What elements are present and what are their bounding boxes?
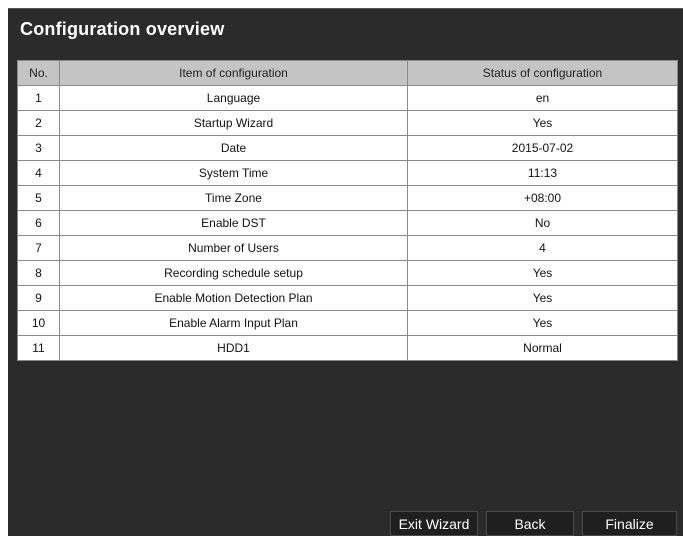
row-number: 11: [17, 335, 60, 361]
table-row: 7 Number of Users 4: [17, 235, 678, 261]
table-row: 4 System Time 11:13: [17, 160, 678, 186]
row-item: Date: [59, 135, 408, 161]
table-row: 9 Enable Motion Detection Plan Yes: [17, 285, 678, 311]
row-number: 5: [17, 185, 60, 211]
table-row: 11 HDD1 Normal: [17, 335, 678, 361]
row-status: +08:00: [407, 185, 678, 211]
row-status: Yes: [407, 285, 678, 311]
row-number: 2: [17, 110, 60, 136]
row-item: Enable DST: [59, 210, 408, 236]
table-row: 1 Language en: [17, 85, 678, 111]
row-number: 1: [17, 85, 60, 111]
row-status: 4: [407, 235, 678, 261]
back-button[interactable]: Back: [486, 511, 574, 536]
row-number: 9: [17, 285, 60, 311]
row-item: Startup Wizard: [59, 110, 408, 136]
table-row: 10 Enable Alarm Input Plan Yes: [17, 310, 678, 336]
row-status: Normal: [407, 335, 678, 361]
row-number: 4: [17, 160, 60, 186]
row-number: 10: [17, 310, 60, 336]
finalize-button[interactable]: Finalize: [582, 511, 677, 536]
configuration-table: No. Item of configuration Status of conf…: [17, 60, 678, 361]
column-header-item: Item of configuration: [59, 60, 408, 86]
row-number: 7: [17, 235, 60, 261]
row-item: Enable Alarm Input Plan: [59, 310, 408, 336]
table-header-row: No. Item of configuration Status of conf…: [17, 60, 678, 86]
table-row: 3 Date 2015-07-02: [17, 135, 678, 161]
row-item: Language: [59, 85, 408, 111]
row-item: Time Zone: [59, 185, 408, 211]
row-number: 8: [17, 260, 60, 286]
column-header-no: No.: [17, 60, 60, 86]
row-number: 3: [17, 135, 60, 161]
table-row: 6 Enable DST No: [17, 210, 678, 236]
window-title: Configuration overview: [20, 19, 225, 39]
row-status: 11:13: [407, 160, 678, 186]
table-row: 5 Time Zone +08:00: [17, 185, 678, 211]
row-item: Recording schedule setup: [59, 260, 408, 286]
row-item: Number of Users: [59, 235, 408, 261]
row-item: Enable Motion Detection Plan: [59, 285, 408, 311]
row-item: HDD1: [59, 335, 408, 361]
exit-wizard-button[interactable]: Exit Wizard: [390, 511, 478, 536]
row-status: Yes: [407, 310, 678, 336]
row-status: en: [407, 85, 678, 111]
row-status: Yes: [407, 260, 678, 286]
row-number: 6: [17, 210, 60, 236]
table-row: 2 Startup Wizard Yes: [17, 110, 678, 136]
table-row: 8 Recording schedule setup Yes: [17, 260, 678, 286]
column-header-status: Status of configuration: [407, 60, 678, 86]
configuration-overview-window: Configuration overview No. Item of confi…: [8, 8, 683, 536]
row-status: Yes: [407, 110, 678, 136]
row-status: 2015-07-02: [407, 135, 678, 161]
row-status: No: [407, 210, 678, 236]
row-item: System Time: [59, 160, 408, 186]
